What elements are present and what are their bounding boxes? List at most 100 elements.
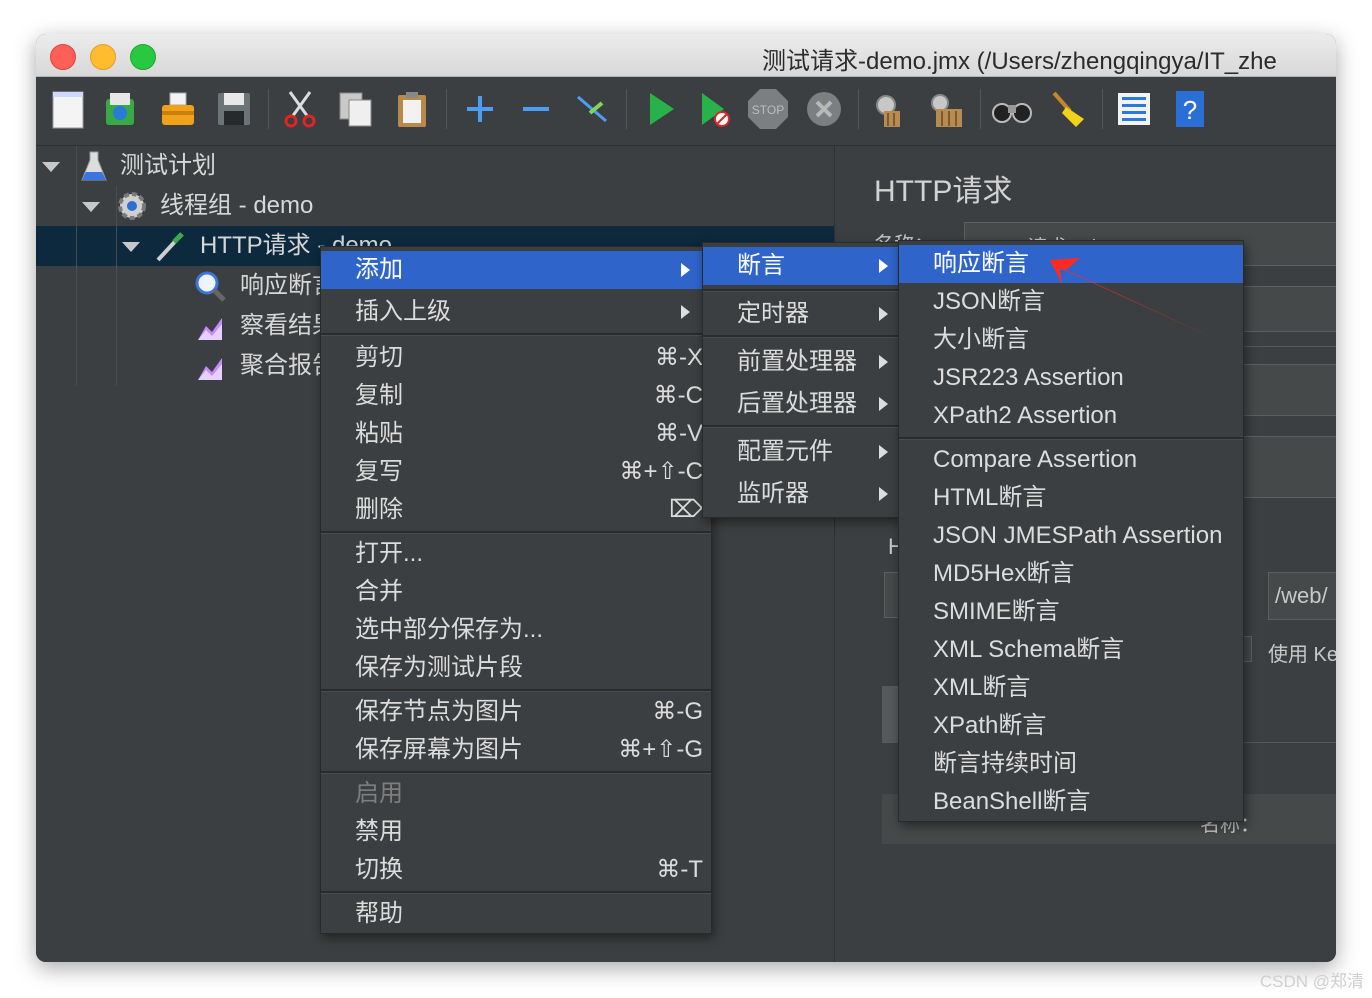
clear-icon[interactable] (866, 87, 910, 131)
menu-item-save-node-as-image[interactable]: 保存节点为图片 ⌘-G (321, 693, 711, 731)
expand-icon[interactable] (458, 87, 502, 131)
menu-item-shortcut: ⌘-T (656, 856, 703, 883)
toggle-icon[interactable] (570, 87, 614, 131)
open-icon[interactable] (156, 87, 200, 131)
submenu-item-config-elements[interactable]: 配置元件 (703, 433, 899, 471)
paste-icon[interactable] (390, 87, 434, 131)
menu-item-add[interactable]: 添加 (321, 251, 711, 289)
menu-item-open[interactable]: 打开... (321, 535, 711, 573)
menu-item-label: 禁用 (355, 818, 403, 845)
menu-item-insert-parent[interactable]: 插入上级 (321, 293, 711, 331)
chevron-down-icon[interactable] (122, 242, 140, 252)
clear-all-icon[interactable] (924, 87, 968, 131)
templates-icon[interactable] (98, 87, 142, 131)
function-helper-icon[interactable] (1112, 87, 1156, 131)
tree-item-thread-group[interactable]: 线程组 - demo (36, 186, 834, 226)
zoom-window-button[interactable] (130, 44, 156, 70)
tree-guide-line (76, 146, 77, 386)
http-sampler-icon (154, 230, 186, 262)
assertion-item-compare[interactable]: Compare Assertion (899, 441, 1243, 479)
toolbar-separator (980, 89, 981, 129)
submenu-item-timers[interactable]: 定时器 (703, 295, 899, 333)
search-icon[interactable] (990, 87, 1034, 131)
assertion-item-xml[interactable]: XML断言 (899, 669, 1243, 707)
reset-search-icon[interactable] (1046, 87, 1090, 131)
new-icon[interactable] (46, 87, 90, 131)
assertion-item-duration[interactable]: 断言持续时间 (899, 745, 1243, 783)
menu-item-label: 配置元件 (737, 438, 833, 465)
menu-item-copy[interactable]: 复制 ⌘-C (321, 377, 711, 415)
assertion-item-jsr223[interactable]: JSR223 Assertion (899, 359, 1243, 397)
menu-item-label: 插入上级 (355, 298, 451, 325)
menu-item-merge[interactable]: 合并 (321, 573, 711, 611)
assertion-item-smime[interactable]: SMIME断言 (899, 593, 1243, 631)
menu-item-label: Compare Assertion (933, 446, 1138, 473)
minimize-window-button[interactable] (90, 44, 116, 70)
menu-item-label: SMIME断言 (933, 598, 1060, 625)
shutdown-icon[interactable] (802, 87, 846, 131)
menu-item-save-as-test-fragment[interactable]: 保存为测试片段 (321, 649, 711, 687)
menu-separator (321, 771, 711, 774)
chevron-down-icon[interactable] (82, 202, 100, 212)
menu-item-save-selection-as[interactable]: 选中部分保存为... (321, 611, 711, 649)
menu-item-shortcut: ⌘-G (652, 698, 703, 725)
assertion-item-xml-schema[interactable]: XML Schema断言 (899, 631, 1243, 669)
submenu-item-listeners[interactable]: 监听器 (703, 475, 899, 513)
chevron-right-icon (681, 263, 690, 277)
toolbar-separator (268, 89, 269, 129)
menu-item-delete[interactable]: 删除 ⌦ (321, 491, 711, 529)
menu-item-help[interactable]: 帮助 (321, 895, 711, 933)
submenu-item-post-processors[interactable]: 后置处理器 (703, 385, 899, 423)
menu-item-shortcut: ⌘-C (653, 382, 703, 409)
menu-item-label: 粘贴 (355, 420, 403, 447)
start-no-pause-icon[interactable] (692, 87, 736, 131)
assertion-item-json-jmespath[interactable]: JSON JMESPath Assertion (899, 517, 1243, 555)
delete-icon: ⌦ (669, 496, 703, 523)
menu-item-label: MD5Hex断言 (933, 560, 1075, 587)
start-icon[interactable] (638, 87, 682, 131)
help-icon[interactable]: ? (1168, 87, 1212, 131)
title-bar: 测试请求-demo.jmx (/Users/zhengqingya/IT_zhe (36, 34, 1336, 77)
menu-item-shortcut: ⌘-X (655, 344, 703, 371)
magnifier-icon (194, 270, 226, 302)
menu-item-label: 断言持续时间 (933, 750, 1077, 777)
assertion-item-xpath2[interactable]: XPath2 Assertion (899, 397, 1243, 435)
chevron-right-icon (879, 487, 888, 501)
stop-icon[interactable]: STOP (746, 87, 790, 131)
menu-item-cut[interactable]: 剪切 ⌘-X (321, 339, 711, 377)
copy-icon[interactable] (334, 87, 378, 131)
menu-item-label: 帮助 (355, 900, 403, 927)
menu-item-label: 响应断言 (933, 250, 1029, 277)
menu-item-label: 保存为测试片段 (355, 654, 523, 681)
app-window: 测试请求-demo.jmx (/Users/zhengqingya/IT_zhe (36, 34, 1336, 962)
submenu-item-pre-processors[interactable]: 前置处理器 (703, 343, 899, 381)
submenu-item-assertions[interactable]: 断言 (703, 247, 899, 285)
assertion-item-html[interactable]: HTML断言 (899, 479, 1243, 517)
menu-item-label: HTML断言 (933, 484, 1047, 511)
menu-item-label: BeanShell断言 (933, 788, 1091, 815)
menu-item-label: XML Schema断言 (933, 636, 1125, 663)
menu-item-label: XML断言 (933, 674, 1031, 701)
assertion-item-xpath[interactable]: XPath断言 (899, 707, 1243, 745)
save-icon[interactable] (212, 87, 256, 131)
assertion-item-md5hex[interactable]: MD5Hex断言 (899, 555, 1243, 593)
menu-item-save-screen-as-image[interactable]: 保存屏幕为图片 ⌘+⇧-G (321, 731, 711, 769)
help-icon-text: ? (1183, 95, 1197, 125)
listener-icon (194, 350, 226, 382)
menu-item-disable[interactable]: 禁用 (321, 813, 711, 851)
assertion-item-beanshell[interactable]: BeanShell断言 (899, 783, 1243, 821)
menu-separator (321, 531, 711, 534)
menu-item-label: JSON断言 (933, 288, 1046, 315)
chevron-down-icon[interactable] (42, 162, 60, 172)
menu-item-label: XPath断言 (933, 712, 1047, 739)
tree-item-test-plan[interactable]: 测试计划 (36, 146, 834, 186)
menu-item-duplicate[interactable]: 复写 ⌘+⇧-C (321, 453, 711, 491)
toolbar-separator (1102, 89, 1103, 129)
menu-item-paste[interactable]: 粘贴 ⌘-V (321, 415, 711, 453)
cut-icon[interactable] (278, 87, 322, 131)
menu-item-label: 添加 (355, 256, 403, 283)
close-window-button[interactable] (50, 44, 76, 70)
path-input[interactable]: /web/ (1268, 572, 1336, 620)
collapse-icon[interactable] (514, 87, 558, 131)
menu-item-toggle[interactable]: 切换 ⌘-T (321, 851, 711, 889)
